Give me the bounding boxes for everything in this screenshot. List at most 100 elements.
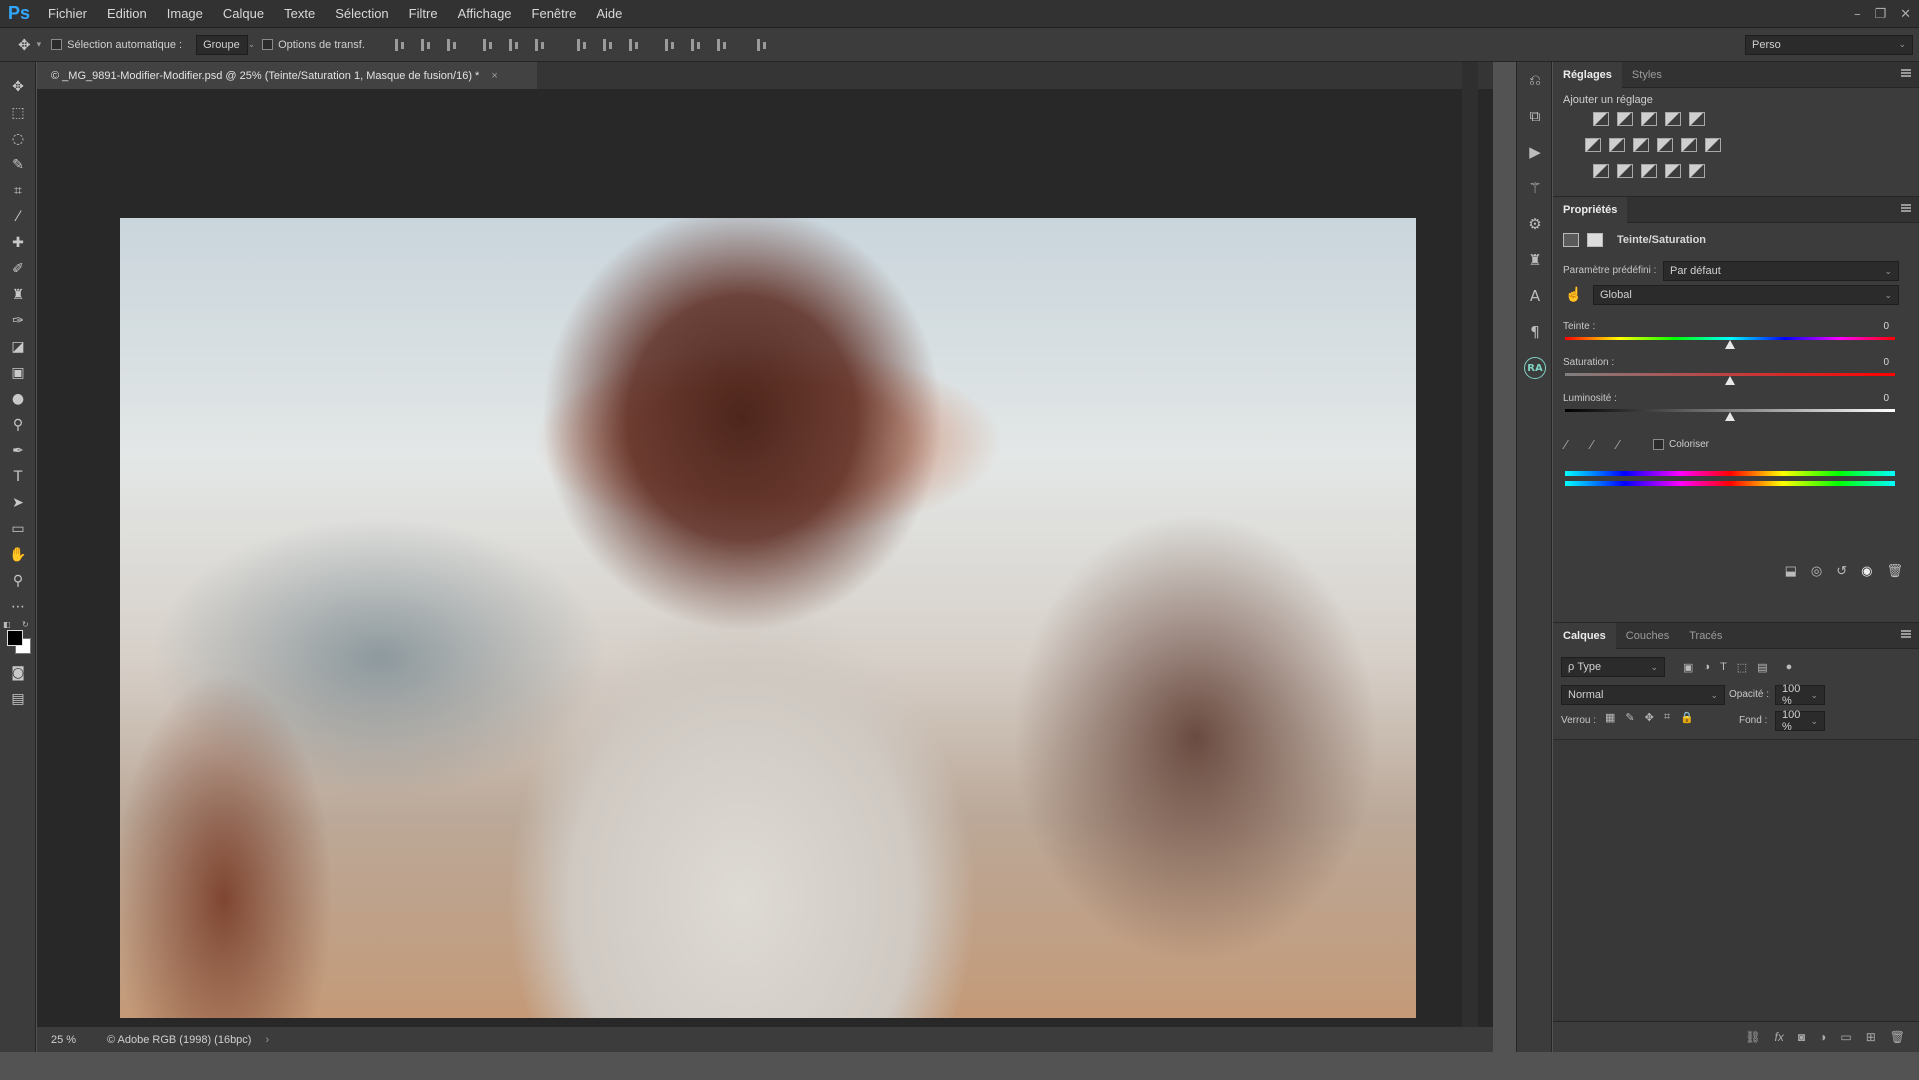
menu-image[interactable]: Image: [157, 0, 213, 28]
hue-saturation-icon[interactable]: [1585, 138, 1601, 152]
history-brush-icon[interactable]: ✑: [0, 308, 36, 334]
tab-calques[interactable]: Calques: [1553, 622, 1616, 649]
distribute-right-icon[interactable]: [715, 38, 729, 52]
new-adjustment-icon[interactable]: ◑: [1819, 1030, 1826, 1044]
opacity-field[interactable]: 100 % ⌄: [1775, 683, 1825, 707]
character-icon[interactable]: A: [1517, 278, 1553, 314]
crop-icon[interactable]: ⌗: [0, 178, 36, 204]
checkbox-icon[interactable]: [262, 39, 274, 50]
filter-pixel-icon[interactable]: ▣: [1683, 661, 1693, 674]
distribute-vcenter-icon[interactable]: [601, 38, 615, 52]
auto-align-icon[interactable]: [755, 38, 769, 52]
checkbox-icon[interactable]: [1653, 439, 1664, 450]
close-tab-icon[interactable]: ×: [491, 70, 497, 82]
layer-style-fx-icon[interactable]: fx: [1775, 1030, 1784, 1044]
stamp-presets-icon[interactable]: ♜: [1517, 242, 1553, 278]
colorize-checkbox[interactable]: Coloriser: [1653, 439, 1709, 450]
tab-traces[interactable]: Tracés: [1679, 623, 1732, 649]
eyedropper-minus-icon[interactable]: ⁄: [1617, 437, 1631, 452]
link-layers-icon[interactable]: ⛓: [1745, 1030, 1760, 1044]
lock-transparency-icon[interactable]: ▦: [1605, 711, 1615, 724]
screen-mode-icon[interactable]: ▤: [0, 686, 36, 712]
more-icon[interactable]: ⋯: [0, 594, 36, 620]
blend-mode-dropdown[interactable]: Normal ⌄: [1561, 685, 1725, 705]
blur-icon[interactable]: ●: [0, 386, 36, 412]
brush-settings-icon[interactable]: ⚚: [1517, 170, 1553, 206]
swap-colors-icon[interactable]: ↻: [22, 620, 29, 629]
distribute-bottom-icon[interactable]: [627, 38, 641, 52]
menu-texte[interactable]: Texte: [274, 0, 325, 28]
vertical-scrollbar[interactable]: [1462, 62, 1478, 1027]
new-layer-icon[interactable]: ⊞: [1866, 1030, 1876, 1044]
dodge-icon[interactable]: ⚲: [0, 412, 36, 438]
preset-dropdown[interactable]: Par défaut ⌄: [1663, 261, 1899, 281]
close-button[interactable]: ✕: [1900, 7, 1911, 22]
eyedropper-icon[interactable]: ⁄: [0, 204, 36, 230]
clip-to-layer-icon[interactable]: ⬓: [1785, 563, 1797, 579]
panel-menu-icon[interactable]: [1901, 630, 1911, 638]
document-image[interactable]: [120, 218, 1416, 1018]
channel-mixer-icon[interactable]: [1681, 138, 1697, 152]
menu-aide[interactable]: Aide: [586, 0, 632, 28]
reset-icon[interactable]: ↺: [1836, 563, 1847, 579]
auto-select-dropdown[interactable]: Groupe ⌄: [196, 34, 255, 55]
plugin-badge[interactable]: RA: [1517, 350, 1553, 386]
brightness-icon[interactable]: [1593, 112, 1609, 126]
filter-toggle-icon[interactable]: ●: [1786, 661, 1793, 674]
distribute-left-icon[interactable]: [663, 38, 677, 52]
restore-button[interactable]: ❐: [1874, 7, 1886, 22]
tab-styles[interactable]: Styles: [1622, 62, 1672, 88]
move-tool-preset-icon[interactable]: ✥: [18, 36, 31, 54]
filter-shape-icon[interactable]: ⬚: [1737, 661, 1747, 674]
view-previous-icon[interactable]: ◎: [1811, 563, 1822, 579]
history-icon[interactable]: ⎌: [1517, 62, 1553, 98]
pen-icon[interactable]: ✒: [0, 438, 36, 464]
layers-list[interactable]: [1553, 739, 1919, 1021]
menu-affichage[interactable]: Affichage: [448, 0, 522, 28]
lasso-icon[interactable]: ◌: [0, 126, 36, 152]
trash-icon[interactable]: 🗑: [1886, 563, 1903, 579]
type-icon[interactable]: T: [0, 464, 36, 490]
auto-select-checkbox[interactable]: Sélection automatique :: [51, 39, 182, 51]
lightness-slider-thumb[interactable]: [1725, 412, 1735, 421]
minimize-button[interactable]: –: [1854, 7, 1861, 22]
selective-color-icon[interactable]: [1665, 164, 1681, 178]
exposure-icon[interactable]: [1665, 112, 1681, 126]
align-bottom-icon[interactable]: [445, 38, 459, 52]
actions-play-icon[interactable]: ▶: [1517, 134, 1553, 170]
hue-value[interactable]: 0: [1883, 321, 1889, 332]
align-top-icon[interactable]: [393, 38, 407, 52]
delete-layer-icon[interactable]: 🗑: [1890, 1030, 1905, 1044]
black-white-icon[interactable]: [1633, 138, 1649, 152]
distribute-top-icon[interactable]: [575, 38, 589, 52]
photo-filter-icon[interactable]: [1657, 138, 1673, 152]
zoom-level[interactable]: 25 %: [37, 1034, 97, 1046]
posterize-icon[interactable]: [1617, 164, 1633, 178]
tool-presets-icon[interactable]: ⚙: [1517, 206, 1553, 242]
canvas-area[interactable]: [37, 89, 1493, 1027]
align-vcenter-icon[interactable]: [419, 38, 433, 52]
menu-selection[interactable]: Sélection: [325, 0, 398, 28]
status-menu-icon[interactable]: ›: [265, 1034, 269, 1046]
saturation-value[interactable]: 0: [1883, 357, 1889, 368]
align-left-icon[interactable]: [481, 38, 495, 52]
tab-couches[interactable]: Couches: [1616, 623, 1679, 649]
gradient-icon[interactable]: ▣: [0, 360, 36, 386]
menu-edition[interactable]: Edition: [97, 0, 157, 28]
adjustment-layer-icon[interactable]: [1563, 233, 1579, 247]
curves-icon[interactable]: [1641, 112, 1657, 126]
default-colors-icon[interactable]: ◧: [3, 620, 11, 629]
channel-dropdown[interactable]: Global ⌄: [1593, 285, 1899, 305]
quick-select-icon[interactable]: ✎: [0, 152, 36, 178]
quick-mask-icon[interactable]: ◙: [0, 660, 36, 686]
color-balance-icon[interactable]: [1609, 138, 1625, 152]
levels-icon[interactable]: [1617, 112, 1633, 126]
new-group-icon[interactable]: ▭: [1840, 1030, 1851, 1044]
checkbox-icon[interactable]: [51, 39, 63, 50]
lock-artboard-icon[interactable]: ⌗: [1664, 711, 1670, 724]
menu-filtre[interactable]: Filtre: [399, 0, 448, 28]
brush-icon[interactable]: ✐: [0, 256, 36, 282]
visibility-eye-icon[interactable]: ◉: [1861, 563, 1872, 579]
align-hcenter-icon[interactable]: [507, 38, 521, 52]
document-tab[interactable]: © _MG_9891-Modifier-Modifier.psd @ 25% (…: [37, 62, 537, 89]
